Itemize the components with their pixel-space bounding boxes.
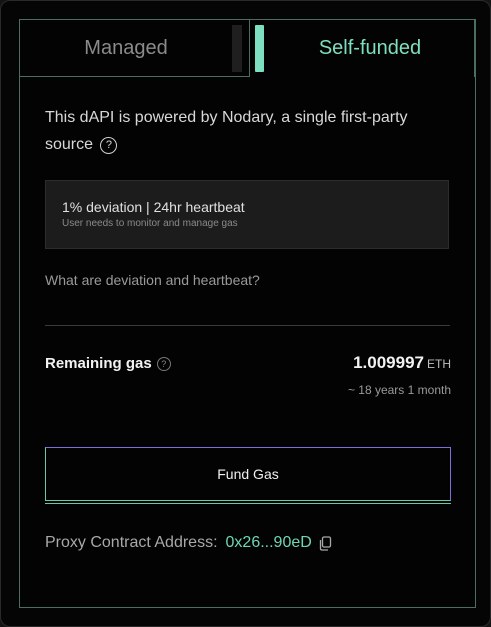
deviation-heartbeat-subtitle: User needs to monitor and manage gas [62, 218, 238, 229]
fund-gas-button[interactable]: Fund Gas [45, 447, 451, 501]
remaining-gas-unit: ETH [427, 357, 451, 371]
active-tab-indicator [255, 25, 264, 72]
funding-tabs: Managed Self-funded [20, 20, 475, 77]
deviation-info-box: 1% deviation | 24hr heartbeat User needs… [45, 180, 449, 249]
proxy-contract-label: Proxy Contract Address: [45, 534, 218, 551]
intro-text-block: This dAPI is powered by Nodary, a single… [45, 104, 450, 158]
remaining-gas-value-row: 1.009997 ETH [353, 353, 451, 373]
tab-separator-bar [232, 25, 242, 72]
tab-self-funded-label: Self-funded [318, 37, 422, 59]
divider [45, 325, 450, 326]
tab-separator [232, 20, 249, 77]
intro-text: This dAPI is powered by Nodary, a single… [45, 109, 408, 153]
dapi-card: Managed Self-funded This dAPI is powered… [19, 19, 476, 608]
remaining-gas-value: 1.009997 [353, 353, 424, 372]
page-frame: Managed Self-funded This dAPI is powered… [0, 0, 491, 627]
copy-icon[interactable] [318, 535, 332, 551]
tab-managed-label: Managed [84, 36, 168, 59]
remaining-gas-label: Remaining gas [45, 355, 152, 372]
tab-self-funded[interactable]: Self-funded [249, 20, 475, 77]
remaining-gas-duration: ~ 18 years 1 month [347, 383, 451, 397]
proxy-contract-row: Proxy Contract Address: 0x26...90eD [45, 534, 332, 552]
fund-button-underline [45, 503, 451, 504]
tab-managed[interactable]: Managed [20, 20, 232, 77]
deviation-heartbeat-link[interactable]: What are deviation and heartbeat? [45, 272, 260, 288]
proxy-contract-address[interactable]: 0x26...90eD [226, 534, 312, 552]
deviation-heartbeat-text: 1% deviation | 24hr heartbeat [62, 199, 245, 215]
gas-question-icon[interactable]: ? [156, 356, 171, 371]
question-icon[interactable]: ? [100, 137, 118, 154]
remaining-gas-label-row: Remaining gas ? [45, 355, 171, 372]
